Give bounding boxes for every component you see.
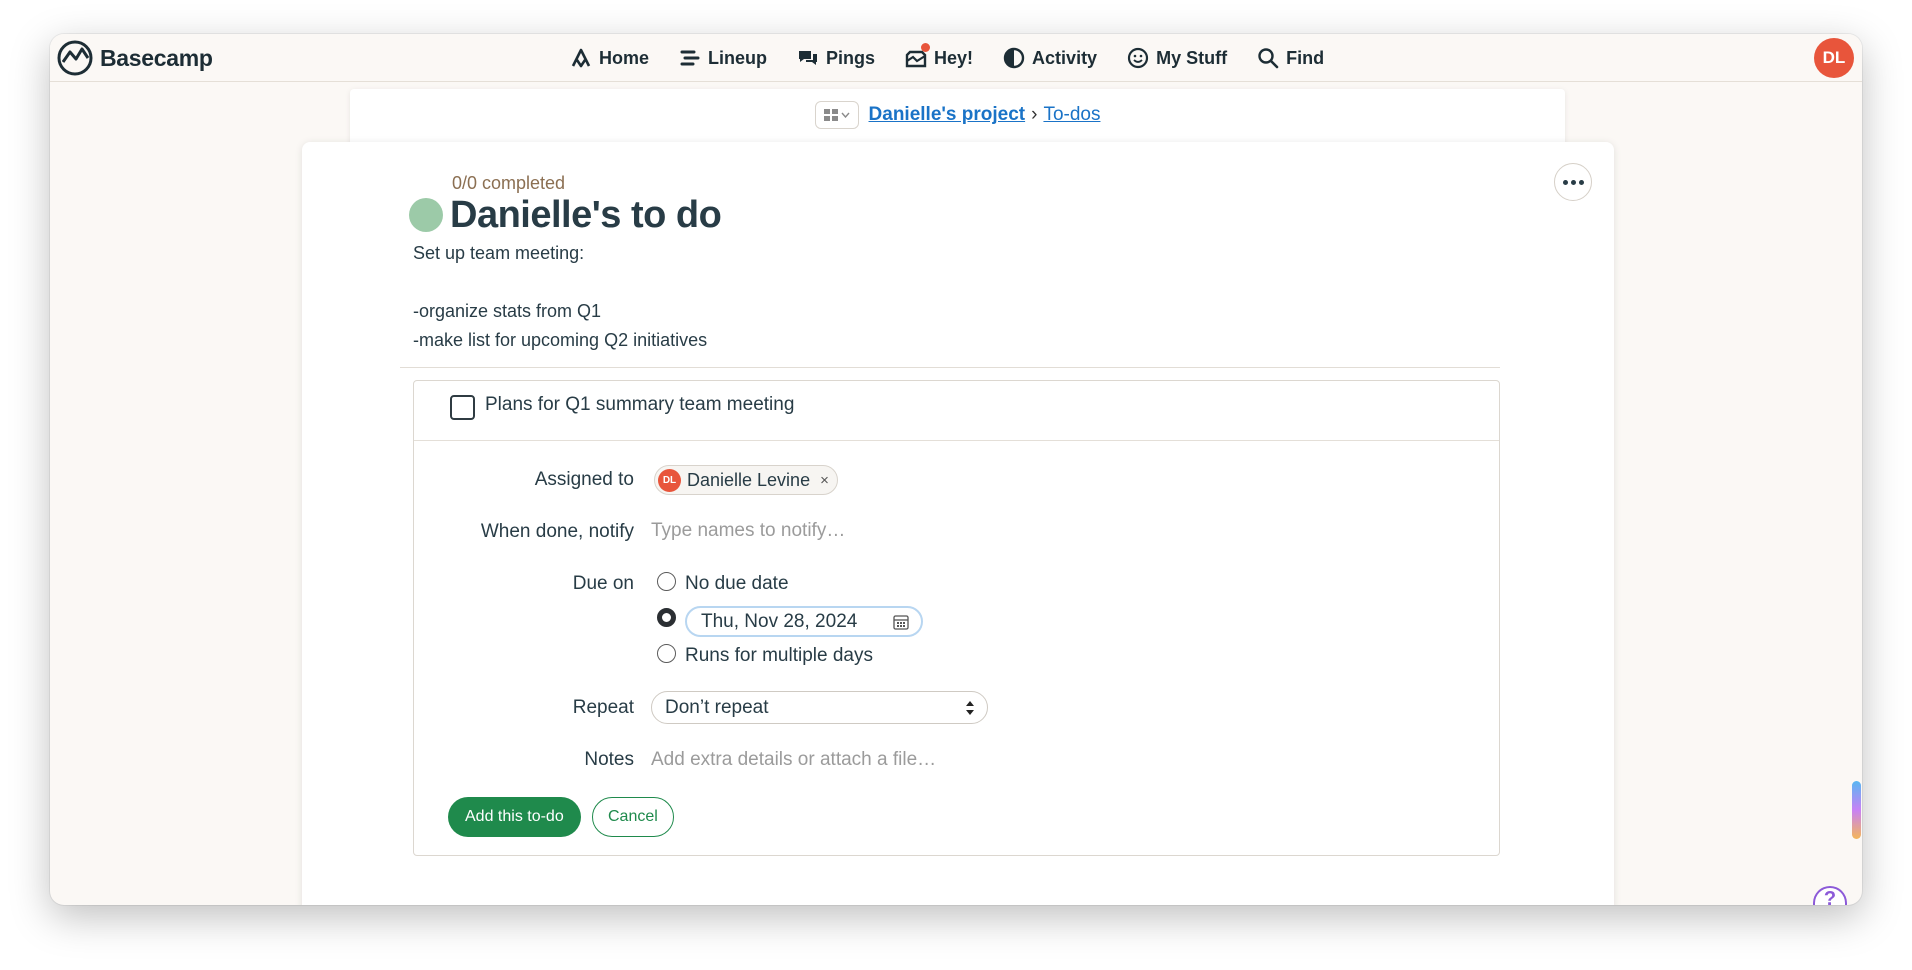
- home-icon: [571, 48, 591, 68]
- description-line: Set up team meeting:: [413, 243, 585, 263]
- basecamp-logo-icon: [57, 40, 93, 76]
- repeat-value: Don’t repeat: [665, 696, 769, 718]
- assignee-avatar: DL: [658, 468, 681, 492]
- todo-checkbox[interactable]: [450, 395, 475, 420]
- top-navigation: Basecamp Home Lineup Pings Hey! Activity…: [50, 34, 1862, 82]
- todo-title-row: Plans for Q1 summary team meeting: [414, 381, 1499, 441]
- assigned-to-label: Assigned to: [534, 469, 634, 490]
- nav-pings[interactable]: Pings: [797, 47, 875, 69]
- nav-my-stuff[interactable]: My Stuff: [1127, 47, 1227, 69]
- calendar-icon[interactable]: [893, 614, 909, 630]
- list-color-dot: [409, 198, 443, 232]
- grid-icon: [823, 109, 838, 121]
- repeat-label: Repeat: [572, 697, 634, 718]
- side-scroll-indicator[interactable]: [1852, 781, 1861, 839]
- more-dot: [1578, 179, 1584, 185]
- assignee-chip[interactable]: DL Danielle Levine ×: [654, 465, 838, 495]
- breadcrumb-card: Danielle's project › To-dos: [350, 89, 1565, 149]
- nav-my-stuff-label: My Stuff: [1156, 47, 1228, 68]
- app-name: Basecamp: [100, 44, 213, 71]
- notify-label: When done, notify: [480, 521, 634, 542]
- nav-pings-label: Pings: [826, 47, 876, 68]
- divider: [400, 367, 1500, 368]
- repeat-select[interactable]: Don’t repeat: [651, 691, 988, 724]
- nav-find[interactable]: Find: [1257, 47, 1324, 69]
- notes-label: Notes: [584, 749, 634, 770]
- select-arrows-icon: [966, 701, 974, 715]
- my-stuff-icon: [1127, 47, 1149, 69]
- description-line: -organize stats from Q1: [413, 301, 602, 321]
- description-line: [413, 268, 707, 297]
- description-line: -make list for upcoming Q2 initiatives: [413, 330, 708, 350]
- add-todo-button[interactable]: Add this to-do: [448, 797, 581, 837]
- notification-dot: [921, 43, 931, 52]
- no-due-date-radio[interactable]: [657, 572, 676, 591]
- multiple-days-label: Runs for multiple days: [685, 645, 873, 666]
- more-dot: [1570, 179, 1576, 185]
- no-due-date-label: No due date: [685, 573, 789, 594]
- basecamp-logo[interactable]: Basecamp: [56, 40, 213, 76]
- activity-icon: [1003, 47, 1025, 69]
- nav-menu: Home Lineup Pings Hey! Activity My Stuff…: [570, 34, 1324, 82]
- due-date-radio[interactable]: [657, 608, 676, 627]
- nav-hey-label: Hey!: [934, 47, 974, 68]
- lineup-icon: [680, 50, 700, 66]
- multiple-days-radio[interactable]: [657, 644, 676, 663]
- chevron-down-icon: [841, 112, 850, 118]
- nav-activity-label: Activity: [1032, 47, 1098, 68]
- breadcrumb-todos-link[interactable]: To-dos: [1043, 104, 1100, 126]
- nav-lineup-label: Lineup: [708, 47, 768, 68]
- list-description: Set up team meeting: -organize stats fro…: [413, 239, 707, 355]
- pings-icon: [799, 51, 818, 65]
- more-dot: [1562, 179, 1568, 185]
- nav-home[interactable]: Home: [570, 47, 649, 69]
- nav-lineup[interactable]: Lineup: [679, 47, 767, 69]
- search-icon: [1258, 48, 1279, 69]
- breadcrumb: Danielle's project › To-dos: [350, 101, 1565, 129]
- due-on-label: Due on: [572, 573, 634, 594]
- project-switcher[interactable]: [814, 101, 859, 129]
- user-avatar[interactable]: DL: [1814, 38, 1854, 78]
- assignee-name: Danielle Levine: [687, 469, 811, 490]
- notify-input[interactable]: [651, 516, 1151, 546]
- nav-hey[interactable]: Hey!: [905, 43, 974, 69]
- completed-count: 0/0 completed: [452, 173, 566, 193]
- due-date-field[interactable]: Thu, Nov 28, 2024: [685, 606, 923, 637]
- breadcrumb-project-link[interactable]: Danielle's project: [869, 104, 1026, 126]
- new-todo-form: Plans for Q1 summary team meeting Assign…: [413, 380, 1500, 856]
- breadcrumb-separator: ›: [1031, 104, 1038, 125]
- notes-input[interactable]: Add extra details or attach a file…: [651, 749, 936, 771]
- todo-title-input[interactable]: Plans for Q1 summary team meeting: [485, 394, 794, 416]
- more-options-button[interactable]: [1554, 163, 1592, 201]
- nav-activity[interactable]: Activity: [1003, 47, 1097, 69]
- due-date-value: Thu, Nov 28, 2024: [701, 610, 858, 632]
- list-title: Danielle's to do: [450, 194, 722, 236]
- nav-home-label: Home: [599, 47, 650, 68]
- nav-find-label: Find: [1286, 47, 1325, 68]
- remove-assignee-icon[interactable]: ×: [820, 472, 829, 489]
- cancel-button[interactable]: Cancel: [592, 797, 674, 837]
